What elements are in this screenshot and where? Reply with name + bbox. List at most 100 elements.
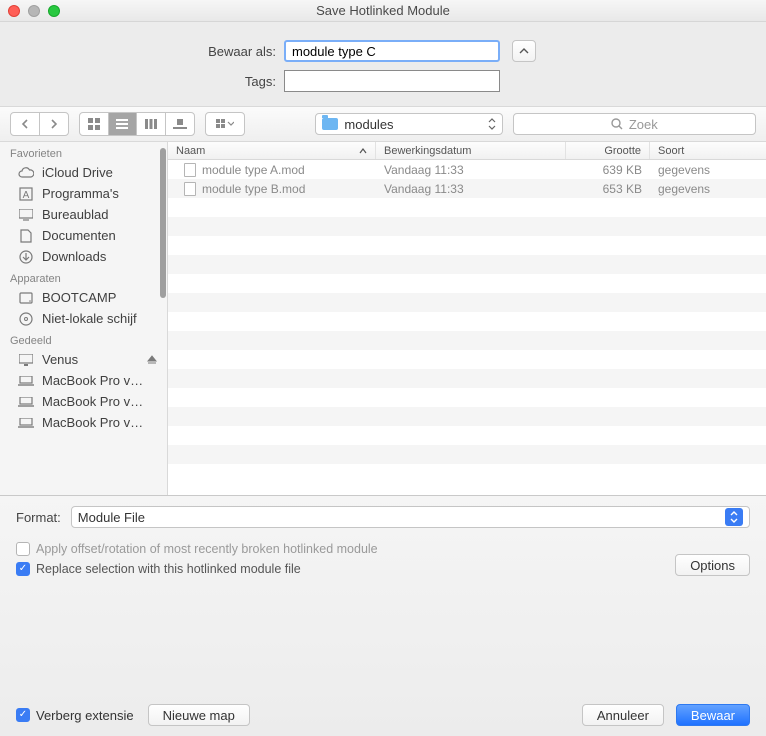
desktop-icon [18, 209, 34, 221]
view-coverflow-button[interactable] [166, 113, 195, 135]
cloud-icon [18, 167, 34, 179]
column-headers: Naam Bewerkingsdatum Grootte Soort [168, 142, 766, 160]
cancel-button[interactable]: Annuleer [582, 704, 664, 726]
updown-icon [725, 508, 743, 526]
folder-icon [322, 118, 338, 130]
sidebar-item[interactable]: MacBook Pro v… [0, 370, 167, 391]
column-size[interactable]: Grootte [566, 142, 650, 159]
sidebar-item-label: MacBook Pro v… [42, 394, 143, 409]
column-name[interactable]: Naam [168, 142, 376, 159]
save-as-input[interactable] [284, 40, 500, 62]
options-button[interactable]: Options [675, 554, 750, 576]
sidebar-item[interactable]: Niet-lokale schijf [0, 308, 167, 329]
sidebar-item[interactable]: Downloads [0, 246, 167, 267]
laptop-icon [18, 418, 34, 428]
traffic-lights [8, 5, 60, 17]
table-row [168, 198, 766, 217]
sidebar-item[interactable]: Documenten [0, 225, 167, 246]
nav-back-button[interactable] [11, 113, 40, 135]
hide-extension-checkbox[interactable] [16, 708, 30, 722]
save-as-label: Bewaar als: [0, 44, 284, 59]
file-size: 639 KB [566, 163, 650, 177]
arrange-icon [216, 119, 234, 129]
sidebar-item-label: MacBook Pro v… [42, 415, 143, 430]
sidebar-section-header: Favorieten [0, 142, 167, 162]
laptop-icon [18, 397, 34, 407]
sidebar-item-label: Downloads [42, 249, 106, 264]
hide-extension-checkbox-row[interactable]: Verberg extensie [16, 708, 134, 723]
minimize-icon [28, 5, 40, 17]
table-row [168, 407, 766, 426]
file-rows: module type A.modVandaag 11:33639 KBgege… [168, 160, 766, 495]
sidebar-item[interactable]: MacBook Pro v… [0, 391, 167, 412]
doc-icon [18, 229, 34, 243]
table-row [168, 464, 766, 483]
file-name: module type A.mod [202, 163, 305, 177]
table-row [168, 331, 766, 350]
sidebar-item-label: Venus [42, 352, 78, 367]
arrange-menu[interactable] [205, 112, 245, 136]
list-icon [116, 119, 128, 129]
svg-text:A: A [23, 190, 30, 201]
table-row [168, 426, 766, 445]
folder-popup[interactable]: modules [315, 113, 502, 135]
sidebar-item-label: Bureaublad [42, 207, 109, 222]
format-select[interactable]: Module File [71, 506, 750, 528]
folder-name: modules [344, 117, 393, 132]
sidebar: Favorieten iCloud Drive A Programma's Bureau… [0, 142, 168, 495]
file-kind: gegevens [650, 182, 766, 196]
laptop-icon [18, 376, 34, 386]
column-kind[interactable]: Soort [650, 142, 766, 159]
maximize-icon[interactable] [48, 5, 60, 17]
table-row [168, 255, 766, 274]
sidebar-item-label: Documenten [42, 228, 116, 243]
nav-forward-button[interactable] [40, 113, 69, 135]
table-row[interactable]: module type A.modVandaag 11:33639 KBgege… [168, 160, 766, 179]
table-row [168, 217, 766, 236]
new-folder-button[interactable]: Nieuwe map [148, 704, 250, 726]
sidebar-item[interactable]: BOOTCAMP [0, 287, 167, 308]
disc-icon [18, 312, 34, 326]
column-date[interactable]: Bewerkingsdatum [376, 142, 566, 159]
sidebar-item[interactable]: Bureaublad [0, 204, 167, 225]
sidebar-item-label: Programma's [42, 186, 119, 201]
updown-icon [488, 118, 496, 130]
search-placeholder: Zoek [629, 117, 658, 132]
sidebar-scrollbar[interactable] [160, 148, 166, 298]
collapse-button[interactable] [512, 40, 536, 62]
chevron-left-icon [21, 119, 29, 129]
sort-caret-icon [359, 148, 367, 154]
sidebar-item[interactable]: A Programma's [0, 183, 167, 204]
columns-icon [145, 119, 157, 129]
file-pane: Naam Bewerkingsdatum Grootte Soort modul… [168, 142, 766, 495]
eject-icon[interactable] [147, 355, 157, 365]
sidebar-item[interactable]: MacBook Pro v… [0, 412, 167, 433]
sidebar-item-label: BOOTCAMP [42, 290, 116, 305]
browser-split: Favorieten iCloud Drive A Programma's Bureau… [0, 142, 766, 496]
table-row [168, 369, 766, 388]
sidebar-item[interactable]: Venus [0, 349, 167, 370]
hdd-icon [18, 292, 34, 304]
tags-input[interactable] [284, 70, 500, 92]
search-field[interactable]: Zoek [513, 113, 756, 135]
titlebar: Save Hotlinked Module [0, 0, 766, 22]
display-icon [18, 354, 34, 366]
save-button[interactable]: Bewaar [676, 704, 750, 726]
chevron-up-icon [519, 48, 529, 54]
chevron-right-icon [50, 119, 58, 129]
view-columns-button[interactable] [137, 113, 166, 135]
hide-extension-label: Verberg extensie [36, 708, 134, 723]
view-list-button[interactable] [109, 113, 138, 135]
window-title: Save Hotlinked Module [316, 3, 450, 18]
table-row[interactable]: module type B.modVandaag 11:33653 KBgege… [168, 179, 766, 198]
view-icons-button[interactable] [80, 113, 109, 135]
close-icon[interactable] [8, 5, 20, 17]
file-name: module type B.mod [202, 182, 305, 196]
tags-label: Tags: [0, 74, 284, 89]
sidebar-item[interactable]: iCloud Drive [0, 162, 167, 183]
table-row [168, 312, 766, 331]
file-icon [184, 182, 196, 196]
table-row [168, 388, 766, 407]
sidebar-item-label: iCloud Drive [42, 165, 113, 180]
apps-icon: A [18, 187, 34, 201]
